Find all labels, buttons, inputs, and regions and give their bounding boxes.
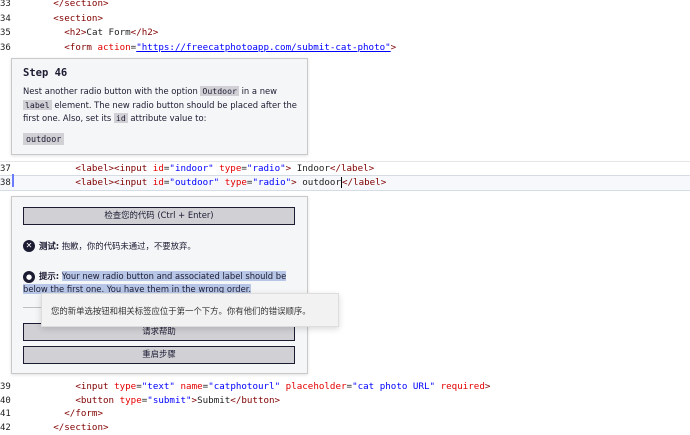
translation-tooltip: 您的新单选按钮和相关标签应位于第一个下方。你有他们的错误顺序。	[41, 293, 339, 327]
value-block-outdoor: outdoor	[23, 133, 65, 145]
code-token: <button	[75, 394, 120, 406]
hint-selection[interactable]: Your new radio button and associated lab…	[23, 271, 287, 294]
test-result: 测试: 抱歉，你的代码未通过，不要放弃。	[39, 241, 196, 251]
code-token: "https://freecatphotoapp.com/submit-cat-…	[136, 41, 391, 53]
code-token: Indoor	[291, 163, 330, 174]
code-token: <section>	[53, 12, 103, 24]
code-text[interactable]: <label><input id="outdoor" type="radio">…	[20, 176, 386, 190]
code-text[interactable]: <h2>Cat Form</h2>	[20, 26, 158, 40]
instructions-panel: Step 46 Nest another radio button with t…	[11, 58, 308, 155]
code-token: >	[390, 41, 397, 53]
line-number: 36	[0, 42, 11, 53]
code-token: <label><input	[75, 176, 153, 188]
code-token: <h2>	[64, 27, 87, 38]
line-number: 39	[0, 382, 11, 392]
code-token: </h2>	[130, 27, 159, 38]
code-token: id	[152, 163, 164, 174]
reset-step-button[interactable]: 重启步骤	[23, 346, 295, 364]
code-token: >	[484, 381, 491, 392]
code-text[interactable]: </section>	[20, 0, 109, 11]
line-number: 38	[0, 177, 11, 188]
check-code-button[interactable]: 检查您的代码 (Ctrl + Enter)	[23, 207, 295, 225]
code-token: </section>	[53, 0, 109, 9]
code-text[interactable]: <input type="text" name="catphotourl" pl…	[20, 380, 490, 394]
code-token: </form>	[64, 408, 103, 419]
code-token: Cat Form	[86, 27, 131, 38]
code-token: id	[152, 176, 164, 188]
code-text[interactable]: </form>	[20, 407, 103, 421]
line-number: 41	[0, 409, 11, 419]
code-token: <form	[64, 41, 98, 53]
code-line[interactable]: 35 <h2>Cat Form</h2>	[0, 26, 690, 40]
step-description: Nest another radio button with the optio…	[23, 86, 297, 123]
code-line[interactable]: 41 </form>	[0, 407, 690, 421]
code-token: action	[97, 41, 131, 53]
code-token: required	[440, 381, 485, 392]
code-token: </button>	[230, 394, 281, 406]
test-panel: 检查您的代码 (Ctrl + Enter) ✕ 测试: 抱歉，你的代码未通过，不…	[11, 196, 308, 374]
code-line[interactable]: 36 <form action="https://freecatphotoapp…	[0, 41, 690, 55]
code-token: placeholder	[285, 381, 347, 392]
code-token: type	[219, 163, 242, 174]
code-token: "radio"	[246, 163, 286, 174]
code-token: "outdoor"	[169, 176, 220, 188]
code-chip-label: label	[23, 99, 52, 110]
code-token: "cat photo URL"	[352, 381, 436, 392]
code-text[interactable]: <form action="https://freecatphotoapp.co…	[20, 41, 396, 55]
step-title: Step 46	[23, 67, 68, 79]
fail-icon: ✕	[23, 240, 35, 252]
code-line[interactable]: 38 <label><input id="outdoor" type="radi…	[0, 174, 690, 191]
code-line[interactable]: 42 </section>	[0, 421, 690, 435]
code-token: "text"	[141, 381, 175, 392]
code-text[interactable]: </section>	[20, 421, 109, 435]
line-number: 42	[0, 422, 11, 433]
code-token: type	[114, 381, 137, 392]
code-token: "indoor"	[169, 163, 214, 174]
code-token: outdoor	[296, 176, 341, 188]
code-token: Submit	[197, 394, 231, 406]
code-text[interactable]: <section>	[20, 12, 103, 26]
code-token: <input	[75, 381, 115, 392]
code-line[interactable]: 40 <button type="submit">Submit</button>	[0, 394, 690, 408]
code-chip-id: id	[113, 113, 128, 123]
code-token: </section>	[53, 421, 109, 433]
code-token: name	[180, 381, 203, 392]
code-line[interactable]: 39 <input type="text" name="catphotourl"…	[0, 380, 690, 394]
code-token: </label>	[329, 163, 375, 174]
code-line[interactable]: 34 <section>	[0, 12, 690, 26]
code-line[interactable]: 33 </section>	[0, 0, 690, 11]
code-token: "catphotourl"	[208, 381, 281, 392]
code-text[interactable]: <button type="submit">Submit</button>	[20, 394, 280, 408]
code-token: type	[224, 176, 247, 188]
line-number: 40	[0, 395, 11, 406]
code-token: type	[119, 394, 142, 406]
code-token: "radio"	[252, 176, 292, 188]
line-number: 34	[0, 13, 11, 24]
code-token: </label>	[341, 176, 387, 188]
code-token: <label><input	[75, 163, 153, 174]
line-number: 35	[0, 28, 11, 38]
code-token: "submit"	[147, 394, 192, 406]
line-number: 33	[0, 0, 11, 9]
code-chip-outdoor: Outdoor	[200, 86, 239, 96]
active-line-marker	[12, 174, 14, 187]
